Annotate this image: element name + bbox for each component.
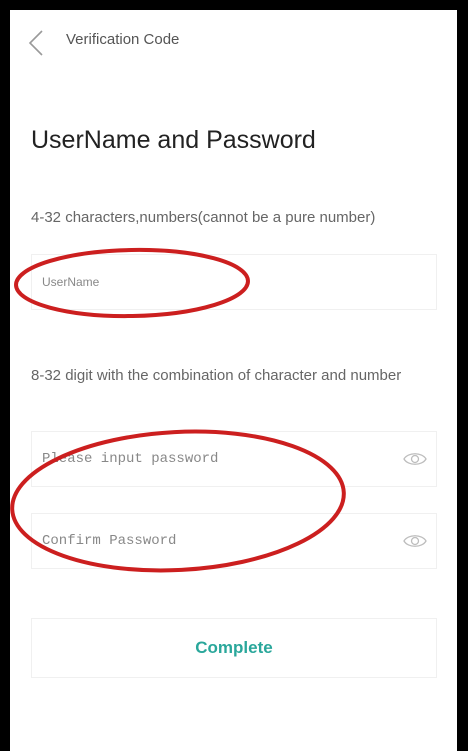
username-input[interactable] xyxy=(42,255,402,309)
password-input[interactable] xyxy=(42,432,402,486)
chevron-left-icon xyxy=(28,30,43,56)
password-hint: 8-32 digit with the combination of chara… xyxy=(31,367,402,384)
page-title: UserName and Password xyxy=(31,126,316,154)
confirm-password-input[interactable] xyxy=(42,514,402,568)
username-field xyxy=(31,254,437,310)
nav-title: Verification Code xyxy=(66,31,180,48)
eye-icon[interactable] xyxy=(402,448,428,470)
username-hint: 4-32 characters,numbers(cannot be a pure… xyxy=(31,209,376,226)
app-screen: Verification Code UserName and Password … xyxy=(10,10,457,751)
confirm-password-field xyxy=(31,513,437,569)
eye-icon[interactable] xyxy=(402,530,428,552)
back-button[interactable] xyxy=(24,28,52,58)
navigation-bar: Verification Code xyxy=(10,10,457,76)
complete-button[interactable]: Complete xyxy=(31,618,437,678)
password-field xyxy=(31,431,437,487)
